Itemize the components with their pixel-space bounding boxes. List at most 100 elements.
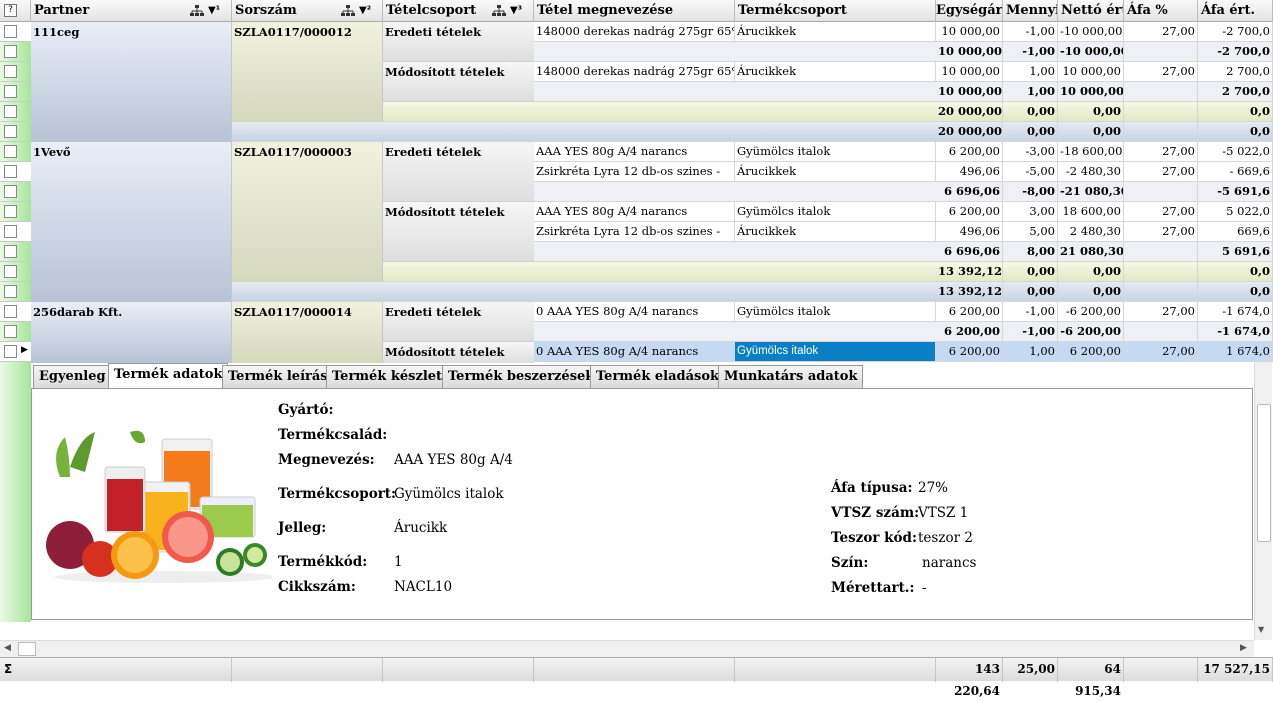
scroll-right-arrow-icon[interactable]: ▶ [1240, 643, 1247, 653]
row-selector[interactable] [0, 222, 31, 242]
row-checkbox[interactable] [4, 325, 17, 338]
header-sorszam[interactable]: Sorszám ▼² [232, 0, 383, 22]
cell-afa-ertek[interactable]: 2 700,0 [1198, 62, 1273, 82]
cell-egysegar[interactable]: 10 000,00 [936, 82, 1003, 102]
cell-egysegar[interactable]: 496,06 [936, 162, 1003, 182]
cell-netto[interactable]: 0,00 [1058, 102, 1124, 122]
cell-megnevezes[interactable]: Zsirkréta Lyra 12 db-os szines - [534, 162, 735, 182]
cell-megnevezes[interactable] [534, 242, 735, 262]
group-sorszam[interactable]: SZLA0117/000003 [232, 142, 383, 282]
cell-afa-szazalek[interactable]: 27,00 [1124, 342, 1198, 362]
cell-mennyiseg[interactable]: 1,00 [1003, 342, 1058, 362]
row-checkbox[interactable] [4, 225, 17, 238]
horizontal-scrollbar[interactable]: ◀ ▶ [0, 640, 1254, 657]
cell-netto[interactable]: 2 480,30 [1058, 222, 1124, 242]
group-sorszam[interactable]: SZLA0117/000012 [232, 22, 383, 122]
cell-mennyiseg[interactable]: -1,00 [1003, 302, 1058, 322]
cell-netto[interactable]: 18 600,00 [1058, 202, 1124, 222]
cell-netto[interactable]: 6 200,00 [1058, 342, 1124, 362]
cell-termekcsoport[interactable] [735, 102, 936, 122]
vertical-scrollbar[interactable]: ▼ [1254, 362, 1272, 640]
cell-termekcsoport[interactable] [735, 82, 936, 102]
cell-netto[interactable]: -18 600,00 [1058, 142, 1124, 162]
cell-afa-szazalek[interactable] [1124, 242, 1198, 262]
cell-afa-szazalek[interactable] [1124, 122, 1198, 142]
row-selector[interactable] [0, 62, 31, 82]
cell-afa-szazalek[interactable]: 27,00 [1124, 222, 1198, 242]
cell-megnevezes[interactable]: 0 AAA YES 80g A/4 narancs [534, 302, 735, 322]
cell-termekcsoport[interactable]: Gyümölcs italok [735, 202, 936, 222]
cell-egysegar[interactable]: 20 000,00 [936, 102, 1003, 122]
group-tetelcsoport[interactable]: Eredeti tételek [383, 142, 534, 202]
tab-egyenleg[interactable]: Egyenleg [33, 365, 112, 389]
header-afa-ertek[interactable]: Áfa ért. [1198, 0, 1273, 22]
group-tetelcsoport[interactable]: Eredeti tételek [383, 22, 534, 62]
row-checkbox[interactable] [4, 105, 17, 118]
row-selector[interactable] [0, 42, 31, 62]
cell-mennyiseg[interactable]: 0,00 [1003, 262, 1058, 282]
cell-afa-ertek[interactable]: 5 691,6 [1198, 242, 1273, 262]
cell-mennyiseg[interactable]: -5,00 [1003, 162, 1058, 182]
scroll-left-arrow-icon[interactable]: ◀ [4, 643, 11, 653]
sort-desc-icon[interactable]: ▼¹ [208, 0, 220, 22]
row-checkbox[interactable] [4, 85, 17, 98]
cell-afa-ertek[interactable]: -5 691,6 [1198, 182, 1273, 202]
header-egysegar[interactable]: Egységár [936, 0, 1003, 22]
row-selector[interactable] [0, 302, 31, 322]
row-selector[interactable] [0, 82, 31, 102]
row-checkbox[interactable] [4, 285, 17, 298]
header-megnevezes[interactable]: Tétel megnevezése [534, 0, 735, 22]
cell-egysegar[interactable]: 13 392,12 [936, 282, 1003, 302]
cell-termekcsoport[interactable] [735, 242, 936, 262]
cell-netto[interactable]: 0,00 [1058, 282, 1124, 302]
row-selector[interactable] [0, 202, 31, 222]
header-netto[interactable]: Nettó ért. [1058, 0, 1124, 22]
cell-mennyiseg[interactable]: 1,00 [1003, 62, 1058, 82]
row-checkbox[interactable] [4, 45, 17, 58]
header-termekcsoport[interactable]: Termékcsoport [735, 0, 936, 22]
group-partner[interactable]: 256darab Kft. [31, 302, 232, 363]
cell-megnevezes[interactable] [534, 262, 735, 282]
cell-egysegar[interactable]: 6 200,00 [936, 202, 1003, 222]
cell-netto[interactable]: -10 000,00 [1058, 42, 1124, 62]
cell-mennyiseg[interactable]: -1,00 [1003, 42, 1058, 62]
tab-termek-leiras[interactable]: Termék leírás [222, 365, 334, 389]
cell-afa-szazalek[interactable]: 27,00 [1124, 62, 1198, 82]
cell-mennyiseg[interactable]: -1,00 [1003, 322, 1058, 342]
cell-afa-ertek[interactable]: -2 700,0 [1198, 22, 1273, 42]
group-partner[interactable]: 111ceg [31, 22, 232, 142]
cell-egysegar[interactable]: 10 000,00 [936, 22, 1003, 42]
cell-egysegar[interactable]: 10 000,00 [936, 62, 1003, 82]
row-checkbox[interactable] [4, 165, 17, 178]
row-selector[interactable] [0, 282, 31, 302]
group-tetelcsoport[interactable]: Módosított tételek [383, 62, 534, 102]
header-partner[interactable]: Partner ▼¹ [31, 0, 232, 22]
row-selector[interactable] [0, 122, 31, 142]
cell-mennyiseg[interactable]: 5,00 [1003, 222, 1058, 242]
cell-mennyiseg[interactable]: 0,00 [1003, 122, 1058, 142]
row-selector[interactable] [0, 162, 31, 182]
cell-afa-ertek[interactable]: 1 674,0 [1198, 342, 1273, 362]
cell-egysegar[interactable]: 6 200,00 [936, 322, 1003, 342]
row-selector[interactable] [0, 322, 31, 342]
row-selector[interactable] [0, 242, 31, 262]
group-partner[interactable]: 1Vevő [31, 142, 232, 302]
row-checkbox[interactable] [4, 125, 17, 138]
cell-netto[interactable]: 21 080,30 [1058, 242, 1124, 262]
tab-termek-eladasok[interactable]: Termék eladások [590, 365, 726, 389]
tab-termek-beszerzesek[interactable]: Termék beszerzések [442, 365, 601, 389]
cell-termekcsoport[interactable]: Árucikkek [735, 22, 936, 42]
cell-megnevezes[interactable]: 148000 derekas nadrág 275gr 65%Pe3 [534, 22, 735, 42]
cell-termekcsoport[interactable] [735, 122, 936, 142]
cell-afa-szazalek[interactable] [1124, 182, 1198, 202]
cell-egysegar[interactable]: 6 200,00 [936, 342, 1003, 362]
cell-termekcsoport[interactable] [735, 182, 936, 202]
cell-egysegar[interactable]: 496,06 [936, 222, 1003, 242]
cell-egysegar[interactable]: 20 000,00 [936, 122, 1003, 142]
cell-megnevezes[interactable]: Zsirkréta Lyra 12 db-os szines - [534, 222, 735, 242]
row-selector[interactable] [0, 182, 31, 202]
cell-netto[interactable]: -6 200,00 [1058, 302, 1124, 322]
cell-egysegar[interactable]: 13 392,12 [936, 262, 1003, 282]
row-checkbox[interactable] [4, 145, 17, 158]
cell-megnevezes[interactable] [534, 102, 735, 122]
